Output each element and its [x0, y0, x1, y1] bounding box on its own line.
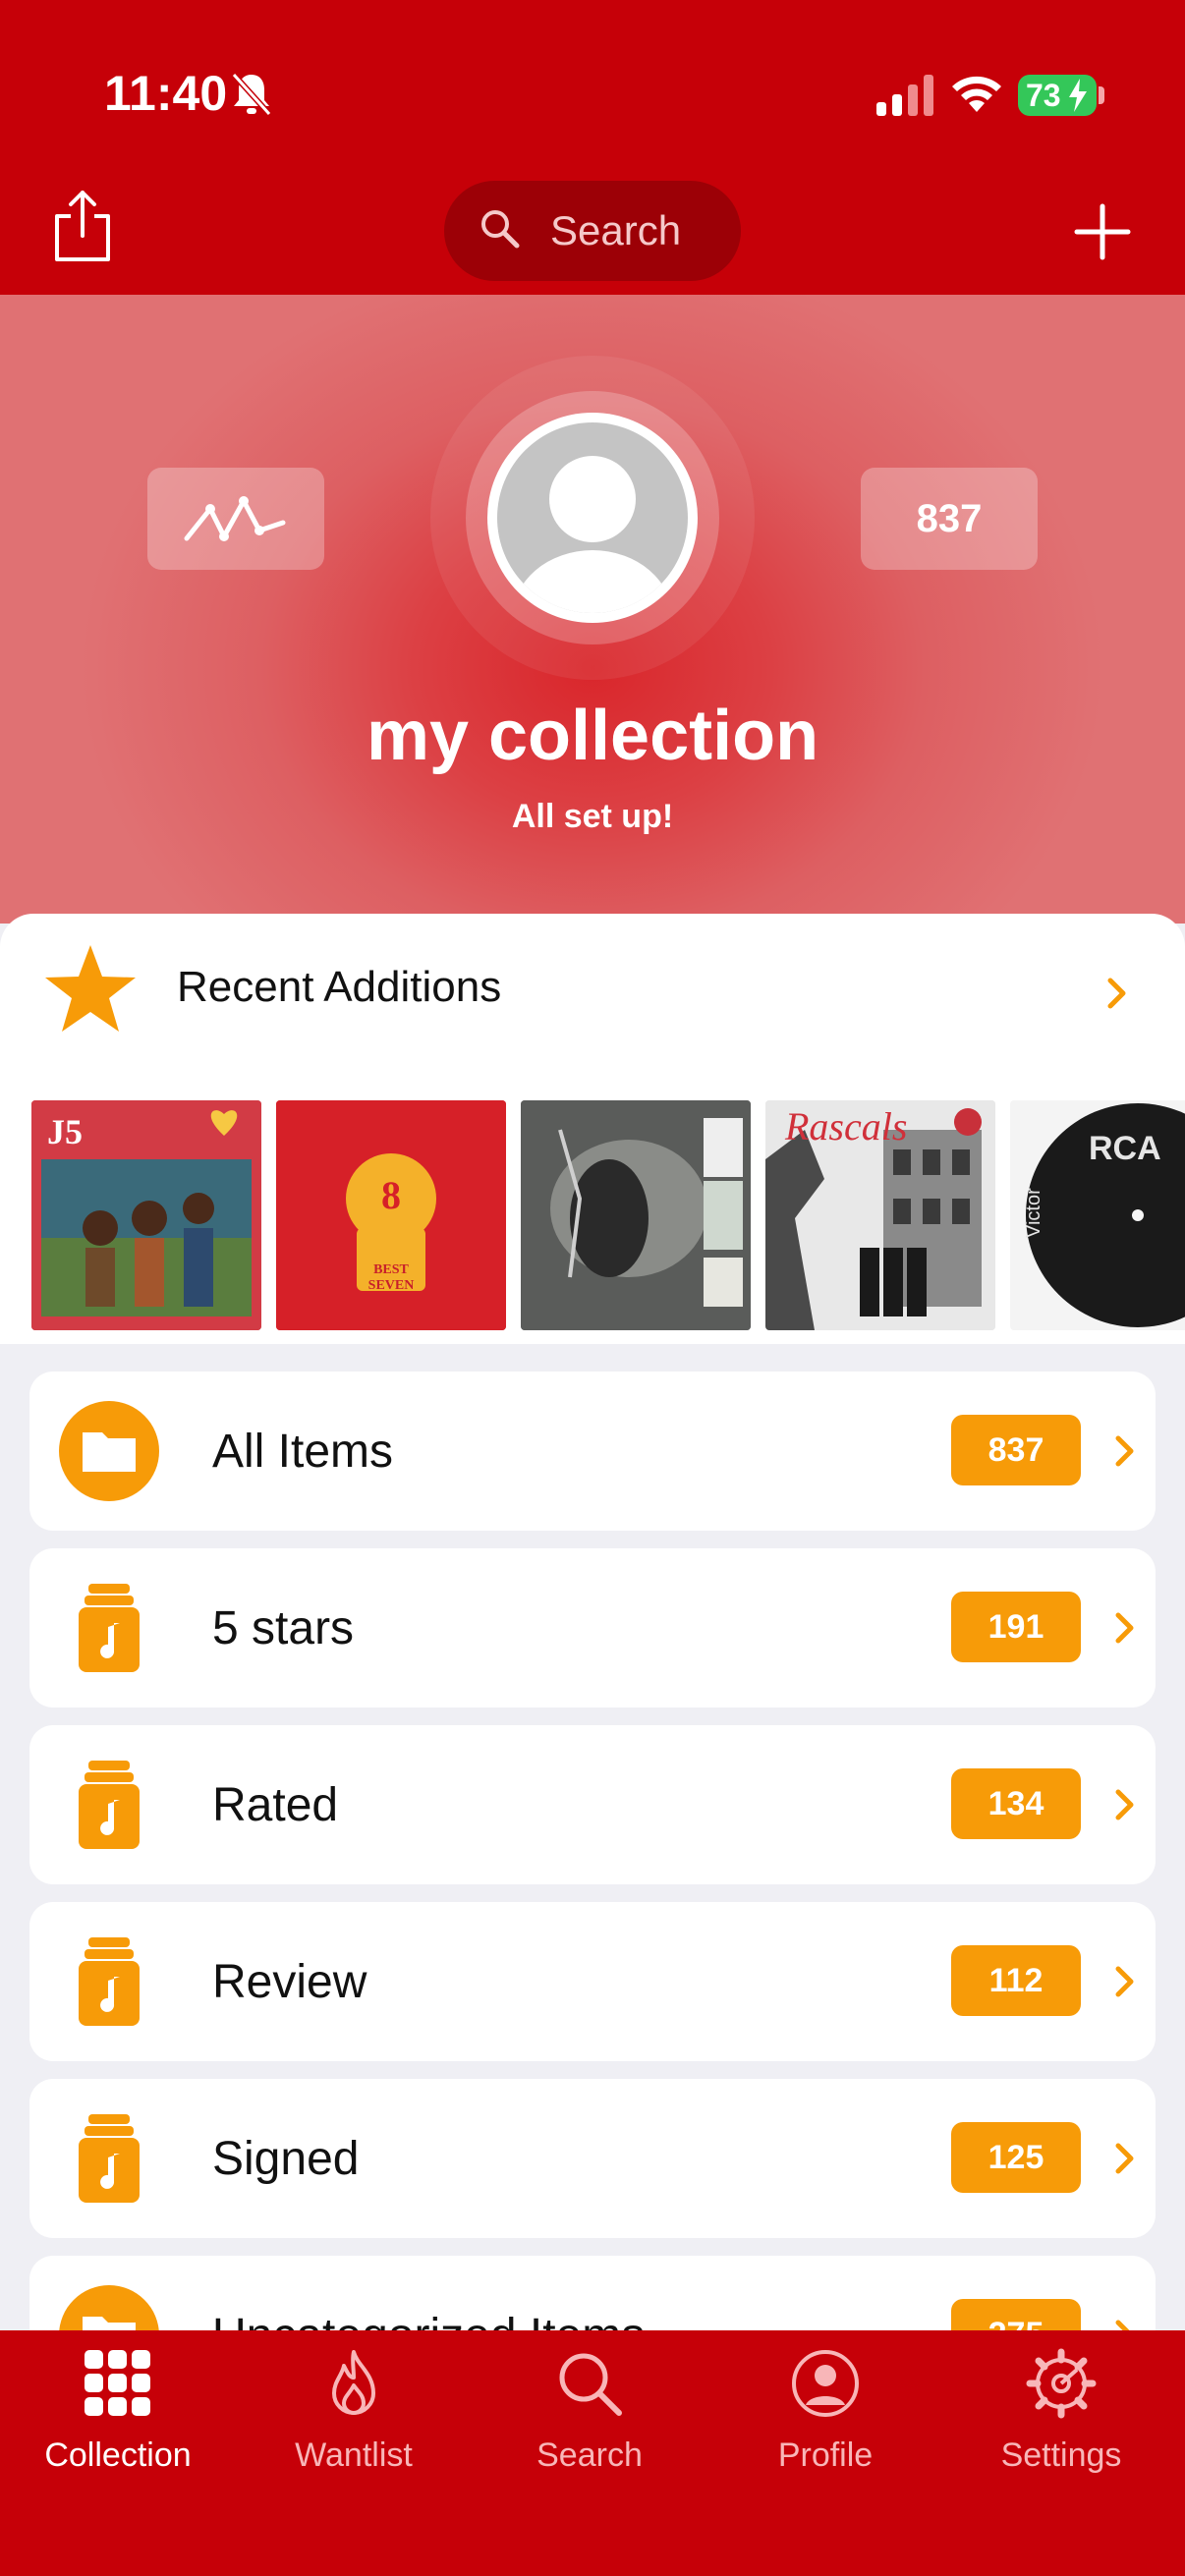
folder-icon — [59, 1401, 159, 1501]
tab-label: Collection — [44, 2436, 192, 2474]
grid-icon — [85, 2350, 150, 2416]
list-item-signed[interactable]: Signed 125 — [29, 2079, 1156, 2238]
search-icon — [559, 2353, 622, 2416]
svg-text:Rascals: Rascals — [784, 1104, 907, 1148]
charging-bolt-icon — [1069, 79, 1087, 112]
chevron-right-icon — [1115, 1612, 1134, 1644]
star-icon — [45, 945, 136, 1032]
count-badge: 191 — [951, 1592, 1081, 1662]
add-icon[interactable] — [1073, 202, 1132, 261]
search-icon — [481, 210, 520, 249]
tab-bar: Collection Wantlist Search Profile Setti… — [0, 2330, 1185, 2576]
count-badge: 112 — [951, 1945, 1081, 2016]
svg-text:Victor: Victor — [1023, 1188, 1044, 1238]
album-cover[interactable]: RCA Victor — [1010, 1100, 1185, 1330]
tab-label: Wantlist — [295, 2436, 413, 2474]
recent-covers-strip: J5 BEST SEVEN 8 Rascals RCA Victor — [0, 1077, 1185, 1344]
status-time: 11:40 — [104, 66, 228, 121]
chevron-right-icon — [1107, 978, 1126, 1009]
tab-label: Profile — [777, 2436, 874, 2474]
stats-button[interactable] — [147, 468, 324, 570]
tab-settings[interactable]: Settings — [943, 2330, 1179, 2576]
music-stack-icon — [79, 1937, 140, 2026]
recent-additions-row[interactable]: Recent Additions — [0, 914, 1185, 1077]
tab-label: Settings — [1000, 2436, 1122, 2474]
list-item-label: Review — [212, 1956, 367, 2008]
person-icon — [792, 2350, 859, 2417]
count-badge: 125 — [951, 2122, 1081, 2193]
album-cover[interactable] — [521, 1100, 751, 1330]
bell-muted-icon — [231, 72, 272, 117]
count-badge: 134 — [951, 1768, 1081, 1839]
chevron-right-icon — [1115, 2143, 1134, 2174]
share-icon[interactable] — [51, 187, 114, 265]
collection-count-button[interactable]: 837 — [861, 468, 1038, 570]
wifi-icon — [952, 76, 1001, 112]
music-stack-icon — [79, 1584, 140, 1672]
chevron-right-icon — [1115, 1966, 1134, 1997]
tab-profile[interactable]: Profile — [707, 2330, 943, 2576]
svg-text:8: 8 — [381, 1173, 401, 1217]
list-item-review[interactable]: Review 112 — [29, 1902, 1156, 2061]
search-bar[interactable]: Search — [444, 181, 741, 281]
battery-tip — [1099, 86, 1104, 104]
flame-icon — [332, 2350, 375, 2415]
list-item-label: All Items — [212, 1426, 394, 1478]
status-bar: 11:40 73 — [0, 0, 1185, 187]
album-cover[interactable]: J5 — [31, 1100, 261, 1330]
music-stack-icon — [79, 1761, 140, 1849]
list-item-5-stars[interactable]: 5 stars 191 — [29, 1548, 1156, 1708]
avatar[interactable] — [487, 413, 698, 623]
list-item-label: Signed — [212, 2133, 360, 2185]
svg-text:RCA: RCA — [1089, 1130, 1161, 1167]
gear-icon — [1026, 2348, 1097, 2419]
tab-collection[interactable]: Collection — [0, 2330, 236, 2576]
svg-text:SEVEN: SEVEN — [368, 1278, 415, 1293]
collection-title: my collection — [366, 697, 819, 775]
signal-icon — [876, 75, 933, 116]
activity-chart-icon — [184, 496, 286, 541]
music-stack-icon — [79, 2114, 140, 2203]
profile-hero: 837 my collection All set up! — [0, 295, 1185, 924]
album-cover[interactable]: BEST SEVEN 8 — [276, 1100, 506, 1330]
search-placeholder: Search — [550, 207, 682, 253]
chevron-right-icon — [1115, 1435, 1134, 1467]
list-item-rated[interactable]: Rated 134 — [29, 1725, 1156, 1884]
recent-additions-label: Recent Additions — [177, 963, 502, 1011]
tab-label: Search — [536, 2436, 643, 2474]
tab-search[interactable]: Search — [472, 2330, 707, 2576]
list-item-all-items[interactable]: All Items 837 — [29, 1372, 1156, 1531]
album-cover[interactable]: Rascals — [765, 1100, 995, 1330]
tab-wantlist[interactable]: Wantlist — [236, 2330, 472, 2576]
collection-status: All set up! — [511, 798, 674, 835]
person-silhouette-icon — [512, 456, 673, 613]
svg-text:BEST: BEST — [373, 1262, 409, 1277]
list-item-label: Rated — [212, 1779, 339, 1831]
chevron-right-icon — [1115, 1789, 1134, 1820]
svg-text:J5: J5 — [47, 1112, 83, 1151]
list-item-label: 5 stars — [212, 1602, 355, 1654]
count-badge: 837 — [951, 1415, 1081, 1485]
